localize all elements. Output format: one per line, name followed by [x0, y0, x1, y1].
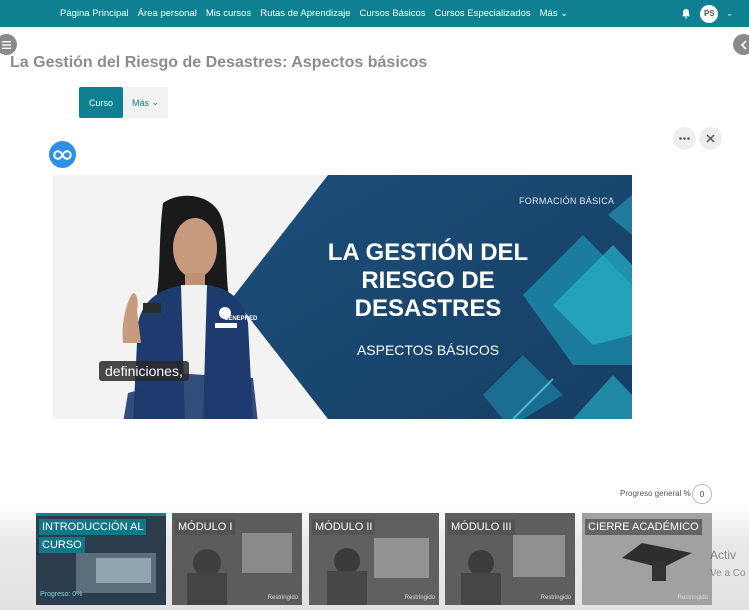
- nav-links: Página Principal Área personal Mis curso…: [60, 0, 577, 27]
- module-status: Restringido: [677, 595, 708, 601]
- overall-progress-indicator: 0: [692, 484, 712, 504]
- nav-home[interactable]: Página Principal: [60, 8, 129, 19]
- banner-kicker: FORMACIÓN BÁSICA: [519, 196, 615, 206]
- module-status: Restringido: [540, 595, 571, 601]
- module-title: MÓDULO I: [175, 519, 236, 535]
- banner-title-line: DESASTRES: [354, 295, 502, 322]
- nav-my-courses[interactable]: Mis cursos: [206, 8, 251, 19]
- tab-course[interactable]: Curso: [79, 87, 123, 118]
- module-card-2[interactable]: MÓDULO II Restringido: [309, 513, 439, 605]
- module-card-3[interactable]: MÓDULO III Restringido: [445, 513, 575, 605]
- module-title: MÓDULO II: [312, 519, 376, 535]
- presenter-image: [122, 195, 258, 419]
- module-title: INTRODUCCIÓN AL: [39, 519, 147, 535]
- video-caption: definiciones,: [99, 361, 189, 381]
- module-status: Restringido: [404, 595, 435, 601]
- activation-watermark-sub: Ve a Co: [710, 568, 746, 579]
- tab-more[interactable]: Más ⌄: [123, 87, 168, 118]
- module-title: CIERRE ACADÉMICO: [585, 519, 702, 535]
- course-video-player[interactable]: CENEPRED definiciones, FORMACIÓN BÁSICA …: [53, 175, 632, 419]
- course-tabs: Curso Más ⌄: [79, 87, 168, 118]
- module-card-closing[interactable]: CIERRE ACADÉMICO Restringido: [582, 513, 712, 605]
- close-icon: [706, 134, 715, 143]
- nav-learning-paths[interactable]: Rutas de Aprendizaje: [260, 8, 350, 19]
- page-title: La Gestión del Riesgo de Desastres: Aspe…: [10, 54, 428, 71]
- vest-logo-text: CENEPRED: [224, 316, 258, 322]
- list-icon: [2, 40, 11, 49]
- banner-subtitle: ASPECTOS BÁSICOS: [356, 342, 500, 358]
- infinity-icon[interactable]: [49, 141, 76, 168]
- module-status: Restringido: [267, 595, 298, 601]
- tab-more-label: Más: [131, 97, 149, 108]
- chevron-down-icon: ⌄: [151, 97, 160, 107]
- module-card-intro[interactable]: INTRODUCCIÓN AL CURSO Progreso: 0%: [36, 513, 166, 605]
- chevron-left-icon: [740, 39, 747, 50]
- nav-personal-area[interactable]: Área personal: [138, 8, 197, 19]
- chevron-down-icon: ⌄: [560, 8, 569, 19]
- nav-more[interactable]: Más ⌄: [540, 8, 569, 19]
- overall-progress-label: Progreso general %: [620, 489, 691, 498]
- block-drawer-toggle[interactable]: [733, 34, 749, 55]
- activation-watermark: Activ: [710, 548, 737, 562]
- nav-user-area: PS ⌄: [680, 0, 733, 27]
- chevron-down-icon[interactable]: ⌄: [726, 9, 733, 18]
- nav-basic-courses[interactable]: Cursos Básicos: [360, 8, 426, 19]
- course-index-toggle[interactable]: [0, 34, 17, 55]
- nav-specialized-courses[interactable]: Cursos Especializados: [435, 8, 531, 19]
- banner-title-line: RIESGO DE: [361, 267, 495, 294]
- banner-title-line: LA GESTIÓN DEL: [327, 239, 529, 266]
- nav-more-label: Más: [539, 8, 558, 19]
- module-card-1[interactable]: MÓDULO I Restringido: [172, 513, 302, 605]
- avatar[interactable]: PS: [700, 4, 719, 23]
- banner-title: LA GESTIÓN DEL RIESGO DE DESASTRES: [308, 239, 548, 323]
- module-progress: Progreso: 0%: [40, 591, 83, 598]
- close-button[interactable]: [699, 127, 722, 150]
- module-title: CURSO: [39, 537, 85, 553]
- bell-icon[interactable]: [680, 8, 692, 20]
- module-title: MÓDULO III: [448, 519, 515, 535]
- more-options-button[interactable]: [673, 127, 696, 150]
- ellipsis-icon: [679, 137, 690, 140]
- top-navbar: Página Principal Área personal Mis curso…: [0, 0, 749, 27]
